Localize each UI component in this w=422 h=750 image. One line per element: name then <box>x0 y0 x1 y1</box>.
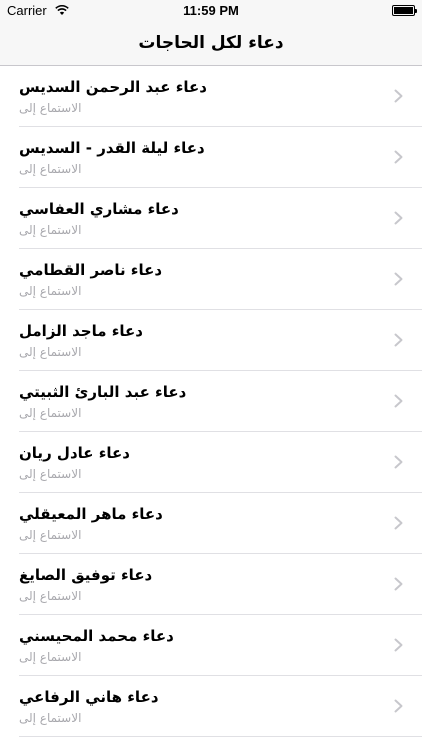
list-item-title: دعاء عبد البارئ الثبيتي <box>19 383 187 401</box>
page-title: دعاء لكل الحاجات <box>138 33 284 53</box>
list-item-subtitle: الاستماع إلى <box>19 223 82 237</box>
list-item-title: دعاء توفيق الصايغ <box>19 566 153 584</box>
list-item-title: دعاء ماهر المعيقلي <box>19 505 163 523</box>
list-item-title: دعاء مشاري العفاسي <box>19 200 179 218</box>
chevron-right-icon <box>394 89 403 103</box>
list-item-subtitle: الاستماع إلى <box>19 101 82 115</box>
list-item[interactable]: دعاء عبد البارئ الثبيتي الاستماع إلى <box>0 371 422 432</box>
list-item-title: دعاء هاني الرفاعي <box>19 688 159 706</box>
chevron-right-icon <box>394 333 403 347</box>
chevron-right-icon <box>394 455 403 469</box>
chevron-right-icon <box>394 638 403 652</box>
navigation-bar: دعاء لكل الحاجات <box>0 22 422 66</box>
list-item-title: دعاء عادل ريان <box>19 444 130 462</box>
dua-list: دعاء عبد الرحمن السديس الاستماع إلى دعاء… <box>0 66 422 737</box>
list-item[interactable]: دعاء عبد الرحمن السديس الاستماع إلى <box>0 66 422 127</box>
list-item-subtitle: الاستماع إلى <box>19 589 82 603</box>
list-item-subtitle: الاستماع إلى <box>19 650 82 664</box>
list-item[interactable]: دعاء ماهر المعيقلي الاستماع إلى <box>0 493 422 554</box>
list-item-subtitle: الاستماع إلى <box>19 345 82 359</box>
list-item[interactable]: دعاء مشاري العفاسي الاستماع إلى <box>0 188 422 249</box>
list-item[interactable]: دعاء محمد المحيسني الاستماع إلى <box>0 615 422 676</box>
list-item-subtitle: الاستماع إلى <box>19 162 82 176</box>
list-item[interactable]: دعاء ليلة القدر - السديس الاستماع إلى <box>0 127 422 188</box>
chevron-right-icon <box>394 394 403 408</box>
chevron-right-icon <box>394 211 403 225</box>
list-item-title: دعاء ناصر القطامي <box>19 261 163 279</box>
list-item[interactable]: دعاء ماجد الزامل الاستماع إلى <box>0 310 422 371</box>
list-item-subtitle: الاستماع إلى <box>19 711 82 725</box>
battery-icon <box>392 5 417 16</box>
chevron-right-icon <box>394 699 403 713</box>
status-bar: Carrier 11:59 PM <box>0 0 422 22</box>
list-item-title: دعاء ماجد الزامل <box>19 322 144 340</box>
list-item[interactable]: دعاء عادل ريان الاستماع إلى <box>0 432 422 493</box>
list-item[interactable]: دعاء ناصر القطامي الاستماع إلى <box>0 249 422 310</box>
chevron-right-icon <box>394 150 403 164</box>
list-item-subtitle: الاستماع إلى <box>19 467 82 481</box>
chevron-right-icon <box>394 272 403 286</box>
chevron-right-icon <box>394 577 403 591</box>
list-item-title: دعاء محمد المحيسني <box>19 627 174 645</box>
chevron-right-icon <box>394 516 403 530</box>
list-item[interactable]: دعاء توفيق الصايغ الاستماع إلى <box>0 554 422 615</box>
list-item-subtitle: الاستماع إلى <box>19 528 82 542</box>
list-item[interactable]: دعاء هاني الرفاعي الاستماع إلى <box>0 676 422 737</box>
list-item-subtitle: الاستماع إلى <box>19 406 82 420</box>
list-item-title: دعاء عبد الرحمن السديس <box>19 78 207 96</box>
clock: 11:59 PM <box>183 3 239 18</box>
row-separator <box>19 736 422 737</box>
list-item-title: دعاء ليلة القدر - السديس <box>19 139 205 157</box>
list-item-subtitle: الاستماع إلى <box>19 284 82 298</box>
